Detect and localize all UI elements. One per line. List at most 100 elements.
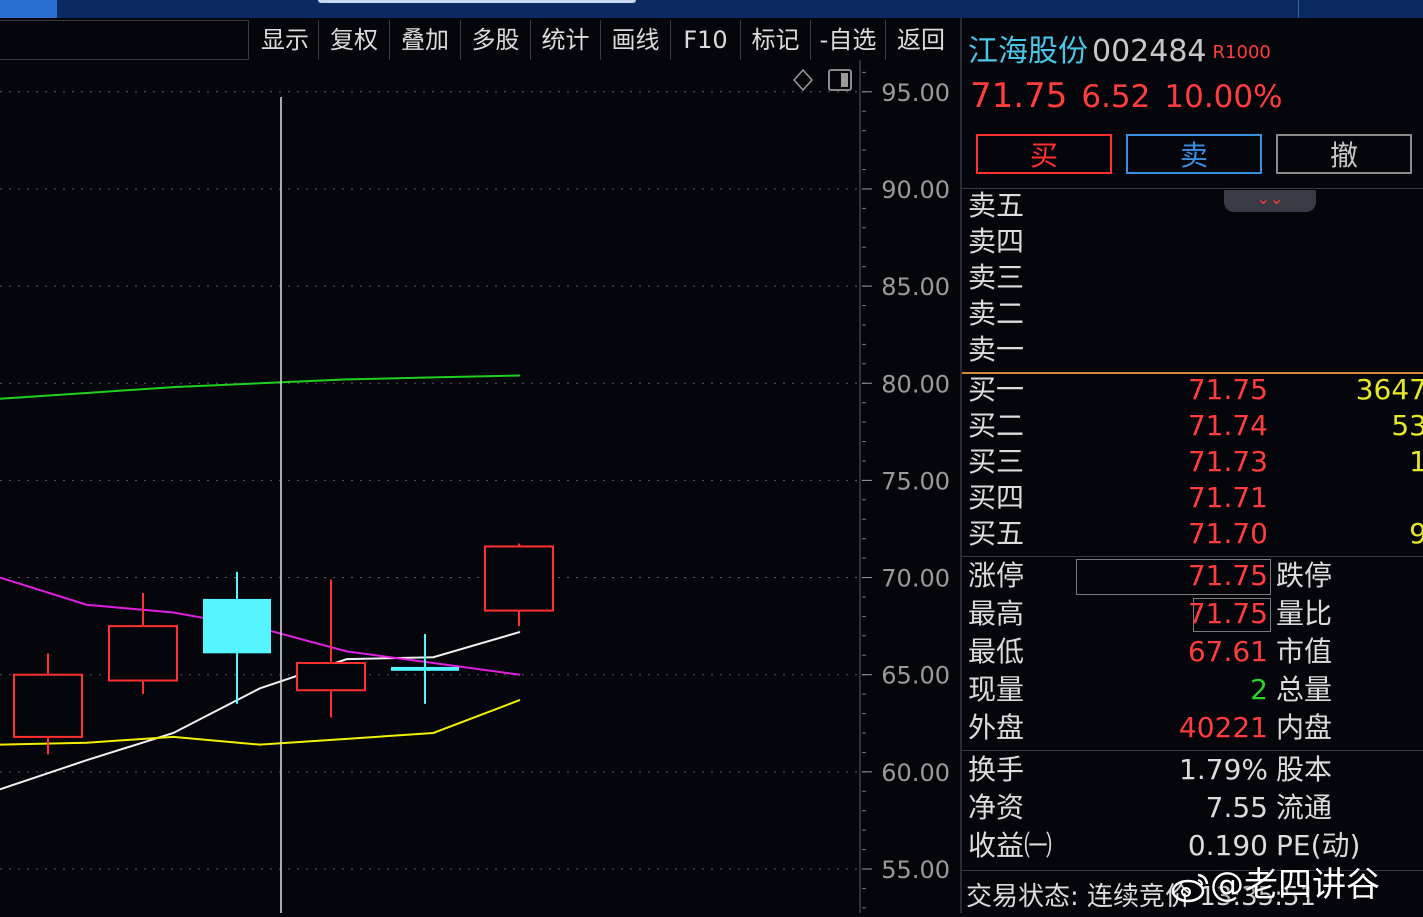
bid-row[interactable]: 买四 xyxy=(968,480,1024,516)
ask-row: 卖一 xyxy=(968,332,1024,368)
ask-label: 卖四 xyxy=(968,225,1025,258)
stat-right-label: 内盘 xyxy=(1276,711,1333,744)
bid-volume: 53 xyxy=(1391,409,1423,442)
toolbar-draw-button[interactable]: 画线 xyxy=(601,20,671,60)
watermark: @老四讲谷 xyxy=(1170,857,1380,906)
price-change: 6.52 xyxy=(1081,79,1151,115)
net-asset-value: 7.55 xyxy=(1205,791,1268,824)
candle-body xyxy=(296,662,366,692)
current-volume-value: 2 xyxy=(1250,673,1268,706)
weibo-logo-icon xyxy=(1171,873,1209,902)
bid-price[interactable]: 71.70 xyxy=(1142,516,1268,552)
panel-toggle-icon[interactable] xyxy=(828,69,852,91)
bid-volume: 1 xyxy=(1409,445,1423,478)
bid-row[interactable]: 买二 xyxy=(968,408,1024,444)
ask-row: 卖三 xyxy=(968,260,1024,296)
stock-title: 江海股份 002484 R1000 xyxy=(968,26,1271,70)
toolbar-blank-field xyxy=(0,20,249,60)
stock-code: 002484 xyxy=(1092,34,1207,69)
ask-row: 卖四 xyxy=(968,224,1024,260)
divider xyxy=(962,188,1423,189)
turnover-value: 1.79% xyxy=(1179,753,1268,786)
candle xyxy=(484,543,554,627)
kline-chart-svg[interactable]: 95.00 90.00 85.00 80.00 75.00 70.00 65.00 60.00… xyxy=(0,60,960,913)
top-scroll-pill[interactable] xyxy=(318,0,636,3)
bid-price[interactable]: 71.75 xyxy=(1142,372,1268,408)
bid-row[interactable]: 买三 xyxy=(968,444,1024,480)
quote-panel: 江海股份 002484 R1000 71.75 6.52 10.00% 买 卖 撤 ⌄⌄… xyxy=(960,18,1423,913)
candle xyxy=(203,571,271,704)
price-line: 71.75 6.52 10.00% xyxy=(970,76,1297,116)
candle-body xyxy=(391,666,459,671)
bid-volume xyxy=(1292,480,1423,516)
buy-button[interactable]: 买 xyxy=(976,134,1112,174)
toolbar-adjust-button[interactable]: 复权 xyxy=(319,20,390,60)
bid-row[interactable]: 买一 xyxy=(968,372,1024,408)
window-top-strip xyxy=(0,0,1423,18)
candle-body xyxy=(484,545,554,612)
bid-price[interactable]: 71.74 xyxy=(1142,408,1268,444)
stock-badge: R1000 xyxy=(1212,42,1271,63)
low-value: 67.61 xyxy=(1187,635,1268,668)
candle-body xyxy=(13,673,83,738)
toolbar-watchlist-button[interactable]: -自选 xyxy=(811,20,886,60)
bid-price[interactable]: 71.71 xyxy=(1142,480,1268,516)
bid-label: 买一 xyxy=(968,373,1025,406)
candle xyxy=(391,633,459,704)
top-divider xyxy=(1298,0,1299,18)
toolbar-mark-button[interactable]: 标记 xyxy=(741,20,811,60)
candle-body xyxy=(203,598,271,654)
price-change-pct: 10.00% xyxy=(1164,79,1283,115)
candle xyxy=(13,653,83,755)
toolbar-back-button[interactable]: 返回 xyxy=(886,20,956,60)
ask-label: 卖一 xyxy=(968,333,1025,366)
limit-up-value: 71.75 xyxy=(1187,559,1268,592)
ask-label: 卖五 xyxy=(968,189,1025,222)
price-axis-label: 80.00 xyxy=(881,370,950,398)
stat-right-label: 跌停 xyxy=(1276,559,1333,592)
price-axis-label: 55.00 xyxy=(881,856,950,884)
moving-average-line xyxy=(0,374,521,400)
divider xyxy=(962,750,1423,751)
toolbar-display-button[interactable]: 显示 xyxy=(252,20,319,60)
price-axis-label: 65.00 xyxy=(881,662,950,690)
bid-label: 买五 xyxy=(968,517,1025,550)
toolbar-f10-button[interactable]: F10 xyxy=(671,20,741,60)
candle-body xyxy=(108,625,178,682)
ask-label: 卖二 xyxy=(968,297,1025,330)
bid-label: 买三 xyxy=(968,445,1025,478)
collapse-chevron-icon[interactable]: ⌄⌄ xyxy=(1224,190,1316,212)
stock-name: 江海股份 xyxy=(968,34,1088,69)
bid-label: 买二 xyxy=(968,409,1025,442)
candle xyxy=(296,579,366,718)
toolbar-overlay-button[interactable]: 叠加 xyxy=(390,20,461,60)
stat-right-label: 市值 xyxy=(1276,635,1333,668)
kline-chart[interactable]: 95.00 90.00 85.00 80.00 75.00 70.00 65.00 60.00… xyxy=(0,60,960,913)
bid-volume: 3647 xyxy=(1355,373,1423,406)
bid-row[interactable]: 买五 xyxy=(968,516,1024,552)
stat-right-label: 股本 xyxy=(1276,753,1333,786)
last-price: 71.75 xyxy=(970,76,1068,116)
stat-right-label: 总量 xyxy=(1276,673,1333,706)
sell-button[interactable]: 卖 xyxy=(1126,134,1262,174)
divider xyxy=(962,556,1423,557)
stat-right-label: 流通 xyxy=(1276,791,1333,824)
bid-price[interactable]: 71.73 xyxy=(1142,444,1268,480)
watermark-text: @老四讲谷 xyxy=(1210,865,1380,905)
toolbar-stats-button[interactable]: 统计 xyxy=(531,20,601,60)
price-axis-label: 70.00 xyxy=(881,565,950,593)
price-axis-label: 95.00 xyxy=(881,79,950,107)
ask-row: 卖二 xyxy=(968,296,1024,332)
cancel-order-button[interactable]: 撤 xyxy=(1276,134,1412,174)
bid-volume: 9 xyxy=(1409,517,1423,550)
top-active-tab[interactable] xyxy=(0,0,57,18)
toolbar-multistock-button[interactable]: 多股 xyxy=(461,20,531,60)
high-value: 71.75 xyxy=(1187,597,1268,630)
price-axis-label: 75.00 xyxy=(881,467,950,495)
ask-row: 卖五 xyxy=(968,188,1024,224)
price-axis-label: 90.00 xyxy=(881,176,950,204)
outer-volume-value: 40221 xyxy=(1178,711,1268,744)
stat-right-label: 量比 xyxy=(1276,597,1333,630)
ask-label: 卖三 xyxy=(968,261,1025,294)
diamond-icon[interactable] xyxy=(792,68,814,92)
